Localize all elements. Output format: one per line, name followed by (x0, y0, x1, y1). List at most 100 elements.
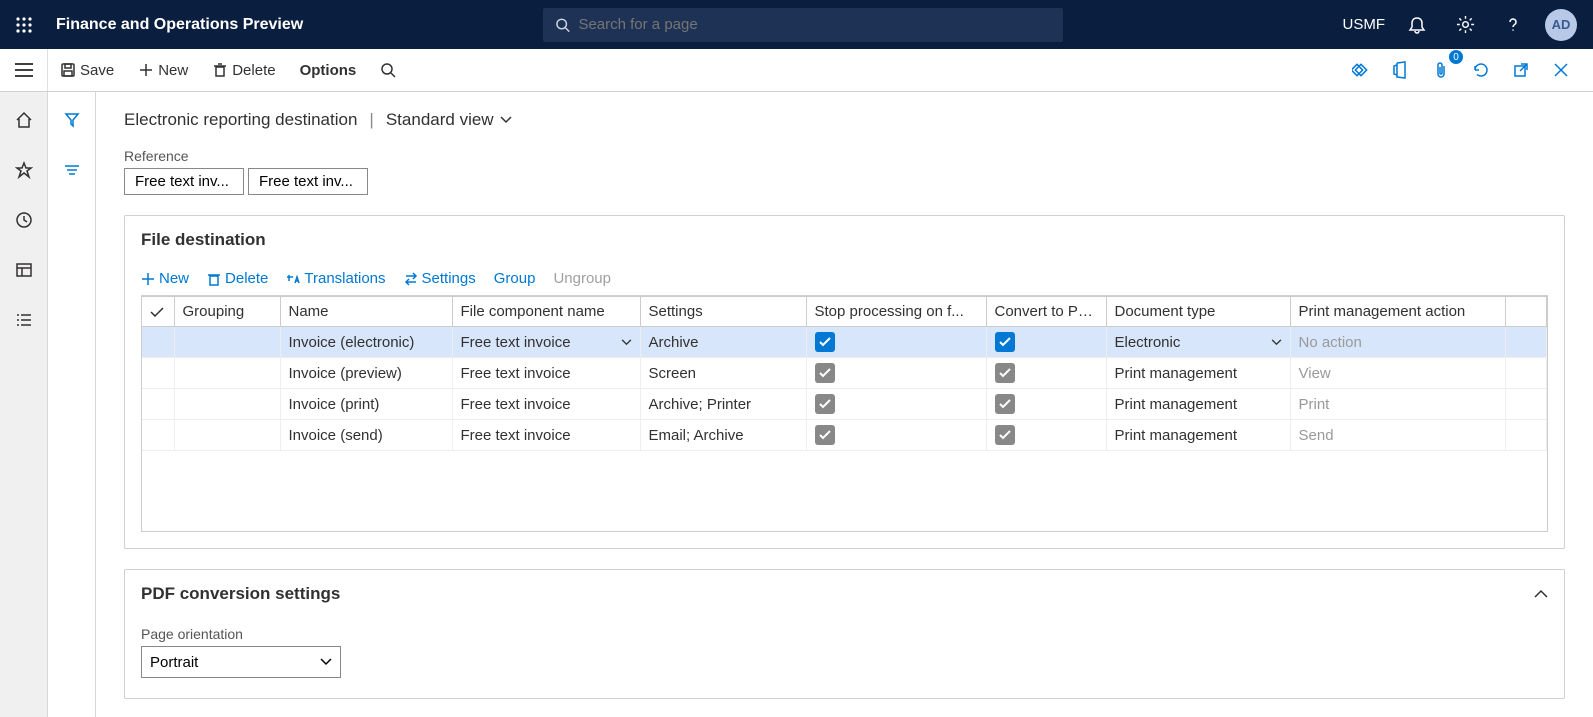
attachments-button[interactable]: 0 (1425, 54, 1457, 86)
grid-new-button[interactable]: New (141, 270, 189, 287)
cell-name[interactable]: Invoice (send) (280, 420, 452, 451)
search-input[interactable] (578, 16, 1051, 33)
favorites-icon[interactable] (8, 154, 40, 186)
view-selector[interactable]: Standard view (386, 110, 512, 130)
table-row[interactable]: Invoice (preview) Free text invoice Scre… (142, 358, 1547, 389)
cell-name[interactable]: Invoice (print) (280, 389, 452, 420)
cell-doctype[interactable]: Print management (1106, 358, 1290, 389)
filter-rail (48, 92, 96, 717)
settings-icon[interactable] (1449, 9, 1481, 41)
entity-code[interactable]: USMF (1343, 16, 1386, 33)
diamond-icon[interactable] (1345, 54, 1377, 86)
cell-doctype[interactable]: Print management (1106, 389, 1290, 420)
col-settings[interactable]: Settings (640, 297, 806, 327)
cell-doctype[interactable]: Print management (1106, 420, 1290, 451)
col-pmaction[interactable]: Print management action (1290, 297, 1505, 327)
app-title: Finance and Operations Preview (48, 16, 303, 34)
delete-button[interactable]: Delete (202, 56, 285, 85)
cell-convert[interactable] (986, 358, 1106, 389)
checkbox[interactable] (995, 425, 1015, 445)
cell-stop[interactable] (806, 389, 986, 420)
pdf-conversion-panel: PDF conversion settings Page orientation… (124, 569, 1565, 699)
cell-pmaction[interactable]: Print (1290, 389, 1505, 420)
home-icon[interactable] (8, 104, 40, 136)
orientation-label: Page orientation (141, 626, 1548, 642)
checkbox[interactable] (815, 394, 835, 414)
cell-settings[interactable]: Screen (640, 358, 806, 389)
reference-label: Reference (124, 148, 1565, 164)
refresh-icon[interactable] (1465, 54, 1497, 86)
workspace-icon[interactable] (8, 254, 40, 286)
modules-icon[interactable] (8, 304, 40, 336)
cell-convert[interactable] (986, 389, 1106, 420)
cell-pmaction[interactable]: View (1290, 358, 1505, 389)
user-avatar[interactable]: AD (1545, 9, 1577, 41)
grid-delete-button[interactable]: Delete (207, 270, 268, 287)
cell-pmaction[interactable]: Send (1290, 420, 1505, 451)
recent-icon[interactable] (8, 204, 40, 236)
select-all-header[interactable] (142, 297, 174, 327)
action-search-button[interactable] (370, 56, 406, 84)
checkbox[interactable] (815, 332, 835, 352)
cell-name[interactable]: Invoice (electronic) (280, 327, 452, 358)
checkbox[interactable] (815, 425, 835, 445)
orientation-value: Portrait (150, 654, 198, 671)
trash-icon (207, 272, 221, 286)
cell-component[interactable]: Free text invoice (452, 327, 640, 358)
options-button[interactable]: Options (290, 56, 367, 85)
cell-settings[interactable]: Archive (640, 327, 806, 358)
global-search[interactable] (543, 8, 1063, 42)
col-stop[interactable]: Stop processing on f... (806, 297, 986, 327)
view-label: Standard view (386, 110, 494, 130)
col-name[interactable]: Name (280, 297, 452, 327)
popout-icon[interactable] (1505, 54, 1537, 86)
table-row[interactable]: Invoice (send) Free text invoice Email; … (142, 420, 1547, 451)
nav-toggle-icon[interactable] (0, 49, 48, 91)
close-icon[interactable] (1545, 54, 1577, 86)
table-row[interactable]: Invoice (print) Free text invoice Archiv… (142, 389, 1547, 420)
grid-translations-button[interactable]: Translations (286, 270, 385, 287)
checkbox[interactable] (995, 332, 1015, 352)
col-doctype[interactable]: Document type (1106, 297, 1290, 327)
col-grouping[interactable]: Grouping (174, 297, 280, 327)
cell-component[interactable]: Free text invoice (452, 358, 640, 389)
left-nav-rail (0, 92, 48, 717)
save-button[interactable]: Save (50, 56, 124, 85)
reference-value-1[interactable]: Free text inv... (124, 168, 244, 195)
app-launcher-icon[interactable] (0, 16, 48, 34)
notification-icon[interactable] (1401, 9, 1433, 41)
grid-group-button[interactable]: Group (494, 270, 536, 287)
table-row[interactable]: Invoice (electronic) Free text invoice A… (142, 327, 1547, 358)
filter-icon[interactable] (56, 104, 88, 136)
grid-settings-button[interactable]: Settings (404, 270, 476, 287)
search-icon (380, 62, 396, 78)
orientation-select[interactable]: Portrait (141, 646, 341, 678)
col-convert[interactable]: Convert to PDF (986, 297, 1106, 327)
cell-stop[interactable] (806, 358, 986, 389)
reference-value-2[interactable]: Free text inv... (248, 168, 368, 195)
cell-component[interactable]: Free text invoice (452, 420, 640, 451)
cell-component[interactable]: Free text invoice (452, 389, 640, 420)
col-component[interactable]: File component name (452, 297, 640, 327)
cell-stop[interactable] (806, 420, 986, 451)
cell-convert[interactable] (986, 327, 1106, 358)
grid-toolbar: New Delete Translations Settings Group U… (141, 260, 1548, 296)
plus-icon (141, 272, 155, 286)
grid-ungroup-button: Ungroup (553, 270, 611, 287)
related-icon[interactable] (56, 154, 88, 186)
cell-pmaction[interactable]: No action (1290, 327, 1505, 358)
checkbox[interactable] (995, 394, 1015, 414)
cell-settings[interactable]: Email; Archive (640, 420, 806, 451)
checkbox[interactable] (815, 363, 835, 383)
cell-convert[interactable] (986, 420, 1106, 451)
checkbox[interactable] (995, 363, 1015, 383)
new-button[interactable]: New (128, 56, 198, 85)
collapse-icon[interactable] (1534, 589, 1548, 599)
new-label: New (158, 62, 188, 79)
cell-stop[interactable] (806, 327, 986, 358)
cell-name[interactable]: Invoice (preview) (280, 358, 452, 389)
help-icon[interactable] (1497, 9, 1529, 41)
cell-doctype[interactable]: Electronic (1106, 327, 1290, 358)
office-icon[interactable] (1385, 54, 1417, 86)
cell-settings[interactable]: Archive; Printer (640, 389, 806, 420)
